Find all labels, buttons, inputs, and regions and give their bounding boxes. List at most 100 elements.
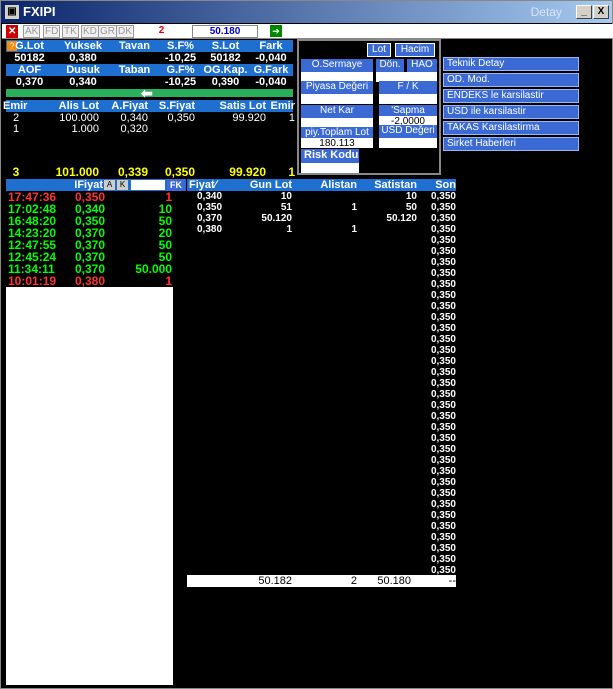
summary-label-1: Dusuk: [66, 64, 100, 76]
depth-cell: 1: [12, 123, 20, 135]
depth-col-header: A.Fiyat: [111, 100, 148, 112]
tab-kd[interactable]: KD: [81, 25, 99, 38]
summary-value-1: 0,380: [69, 52, 97, 64]
price-field[interactable]: 50.180: [192, 25, 258, 38]
menu-item[interactable]: OD. Mod.: [443, 73, 579, 87]
depth-col-header: S.Fiyat: [158, 100, 195, 112]
summary-label-3: S.F%: [167, 40, 194, 52]
summary-value-3: -10,25: [164, 52, 197, 64]
volume-total-cell: 2: [350, 575, 357, 587]
depth-col-header: Satis Lot: [219, 100, 266, 112]
volume-cell: 51: [280, 202, 292, 213]
title-bar[interactable]: ▣ FXIPI Detay _ X: [1, 1, 612, 23]
volume-son-cell: 0,350: [430, 312, 456, 323]
volume-son-cell: 0,350: [430, 356, 456, 367]
menu-item[interactable]: ENDEKS le karsilastir: [443, 89, 579, 103]
menu-item[interactable]: USD ile karsilastir: [443, 105, 579, 119]
volume-son-cell: 0,350: [430, 202, 456, 213]
depth-total-cell: 1: [288, 165, 295, 179]
hao-label: HAO: [407, 59, 437, 72]
menu-item[interactable]: TAKAS Karsilastirma: [443, 121, 579, 135]
osermaye-label: O.Sermaye: [301, 59, 373, 72]
tab-gr[interactable]: GR: [98, 25, 117, 38]
volume-son-cell: 0,350: [430, 301, 456, 312]
depth-total-cell: 0,339: [117, 165, 148, 179]
depth-col-header: Alis Lot: [58, 100, 99, 112]
summary-value-0: 0,370: [15, 76, 44, 88]
summary-value-3: -10,25: [164, 76, 197, 88]
close-x-icon[interactable]: ✕: [6, 25, 19, 38]
filter-input[interactable]: [131, 180, 165, 190]
tab-fd[interactable]: FD: [43, 25, 61, 38]
close-button[interactable]: X: [593, 5, 609, 19]
application-window: ▣ FXIPI Detay _ X ✕ 2 50.180 ➔ ? ⬅ AK FD T…: [0, 0, 613, 689]
volume-son-cell: 0,350: [430, 422, 456, 433]
volume-son-cell: 0,350: [430, 367, 456, 378]
risk-label: Risk Kodu: [301, 149, 359, 163]
volume-son-cell: 0,350: [430, 444, 456, 455]
depth-cell: 1: [288, 112, 295, 124]
volume-son-cell: 0,350: [430, 543, 456, 554]
depth-cell: 0,320: [120, 123, 148, 135]
volume-son-cell: 0,350: [430, 554, 456, 565]
volume-son-cell: 0,350: [430, 455, 456, 466]
volume-son-cell: 0,350: [430, 389, 456, 400]
tab-tk[interactable]: TK: [62, 25, 79, 38]
usd-value: [379, 138, 437, 148]
sort-k-button[interactable]: K: [117, 180, 128, 190]
piyasa-label: Piyasa Değeri: [301, 81, 373, 94]
volume-total-cell: --: [448, 575, 456, 587]
volume-son-cell: 0,350: [430, 257, 456, 268]
volume-son-cell: 0,350: [430, 400, 456, 411]
volume-son-cell: 0,350: [430, 246, 456, 257]
trade-time: 10:01:19: [8, 274, 57, 288]
depth-col-header: Emir: [270, 100, 295, 112]
window-title: FXIPI: [23, 4, 56, 19]
volume-son-cell: 0,350: [430, 488, 456, 499]
volume-son-cell: 0,350: [430, 235, 456, 246]
volume-cell: 1: [351, 202, 357, 213]
fk-label: F / K: [379, 81, 437, 94]
app-icon: ▣: [5, 5, 19, 19]
summary-label-4: OG.Kap.: [203, 64, 248, 76]
summary-label-5: Fark: [259, 40, 283, 52]
menu-item[interactable]: Sirket Haberleri: [443, 137, 579, 151]
volume-son-cell: 0,350: [430, 521, 456, 532]
minimize-button[interactable]: _: [576, 5, 592, 19]
menu-item[interactable]: Teknik Detay: [443, 57, 579, 71]
volume-total-cell: 50.180: [377, 575, 411, 587]
volume-son-cell: 0,350: [430, 477, 456, 488]
netkar-label: Net Kar: [301, 105, 373, 118]
hacim-button[interactable]: Hacim: [395, 43, 435, 57]
volume-son-cell: 0,350: [430, 268, 456, 279]
volume-son-cell: 0,350: [430, 345, 456, 356]
volume-cell: 10: [405, 191, 417, 202]
depth-total-cell: 0,350: [164, 165, 195, 179]
tab-dk[interactable]: DK: [116, 25, 134, 38]
volume-col-header: Gun Lot: [249, 179, 292, 191]
volume-son-cell: 0,350: [430, 378, 456, 389]
summary-label-2: Tavan: [119, 40, 150, 52]
volume-total-cell: 50.182: [258, 575, 292, 587]
summary-value-0: 50182: [14, 52, 45, 64]
volume-son-cell: 0,350: [430, 224, 456, 235]
summary-label-4: S.Lot: [211, 40, 240, 52]
volume-cell: 50.120: [386, 213, 417, 224]
tab-ak[interactable]: AK: [23, 25, 41, 38]
detail-label: Detay: [530, 5, 562, 19]
sort-a-button[interactable]: A: [104, 180, 115, 190]
summary-value-5: -0,040: [255, 52, 287, 64]
arrow-right-icon[interactable]: ➔: [270, 25, 282, 37]
trades-empty-area: [6, 287, 173, 685]
summary-label-0: G.Lot: [15, 40, 44, 52]
depth-cell: 0,350: [167, 112, 195, 124]
volume-son-cell: 0,350: [430, 323, 456, 334]
lot-button[interactable]: Lot: [367, 43, 391, 57]
volume-son-cell: 0,350: [430, 334, 456, 345]
depth-cell: 1.000: [71, 123, 99, 135]
trade-qty: 1: [165, 274, 172, 288]
summary-label-1: Yuksek: [64, 40, 102, 52]
volume-son-cell: 0,350: [430, 290, 456, 301]
volume-son-cell: 0,350: [430, 510, 456, 521]
depth-total-cell: 99.920: [229, 165, 266, 179]
